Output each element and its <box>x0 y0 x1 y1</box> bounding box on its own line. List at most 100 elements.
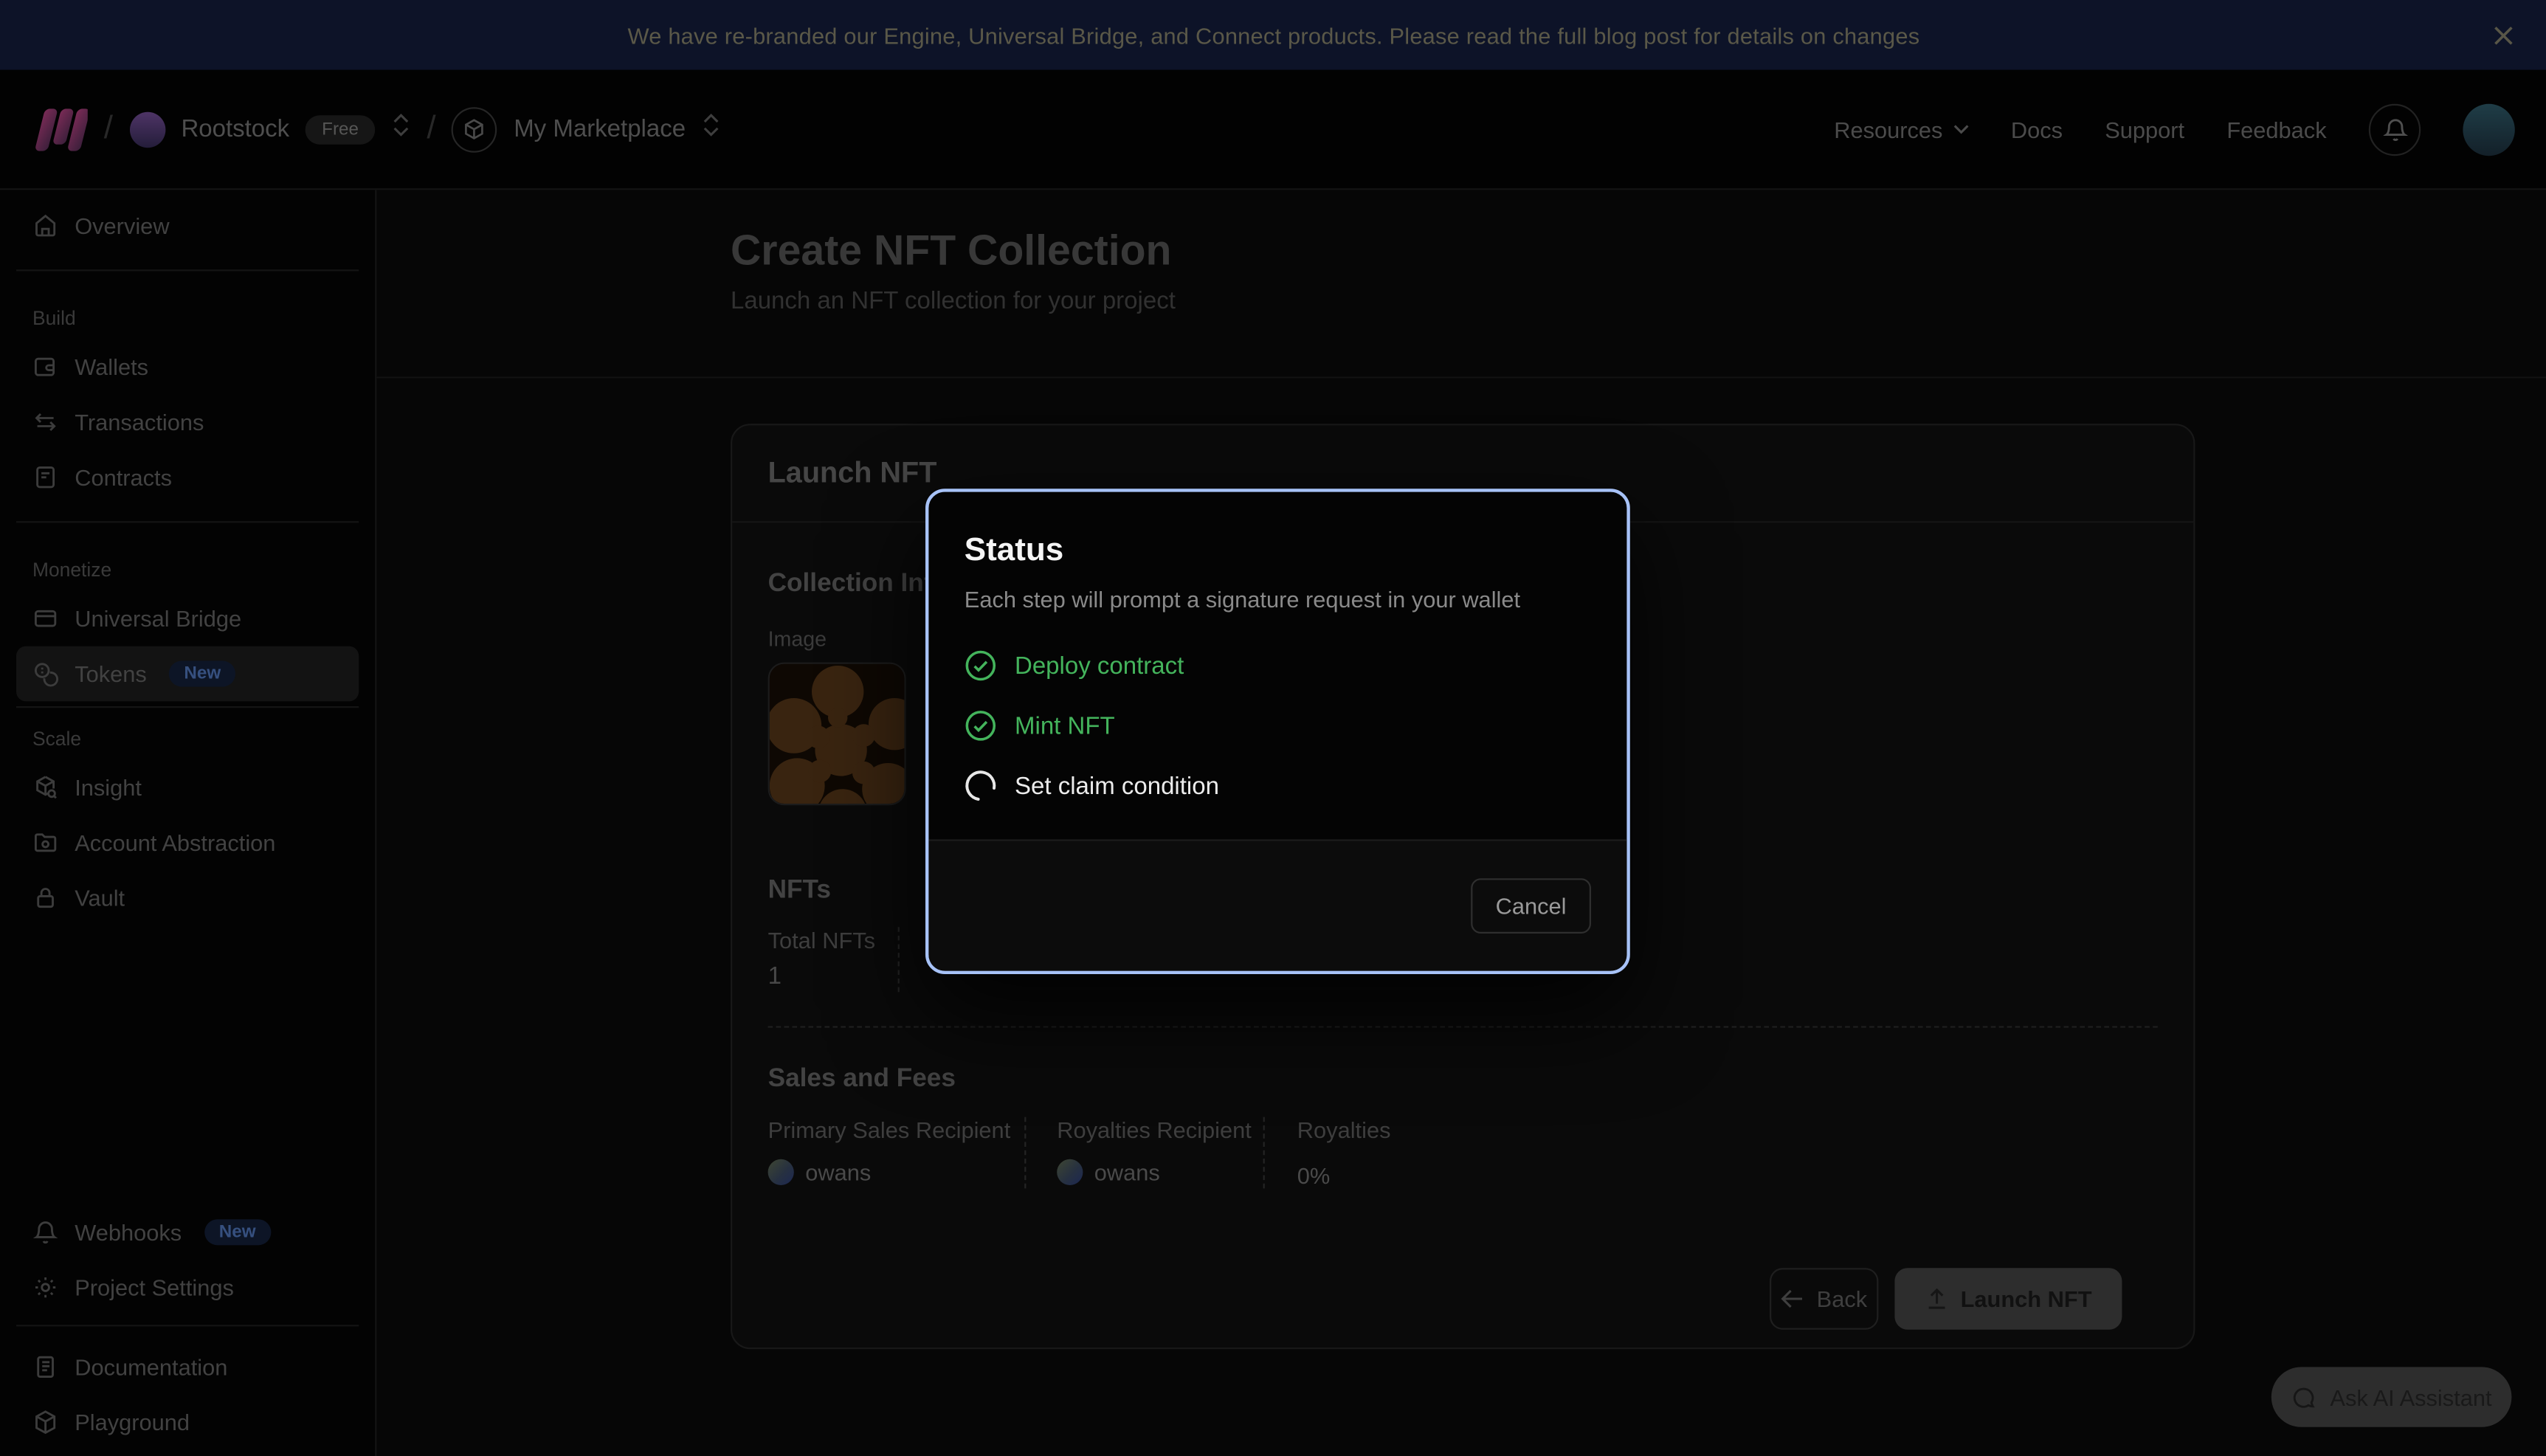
sidebar-item-label: Universal Bridge <box>75 606 241 632</box>
recipient-name: owans <box>805 1159 871 1185</box>
sidebar-item-transactions[interactable]: Transactions <box>16 395 359 450</box>
project-name[interactable]: My Marketplace <box>514 115 686 142</box>
cube-icon <box>32 1410 58 1435</box>
total-nfts-column: Total NFTs 1 <box>768 927 898 992</box>
primary-sales-label: Primary Sales Recipient <box>768 1117 1025 1143</box>
bell-icon <box>32 1219 58 1245</box>
account-avatar[interactable] <box>2463 103 2514 155</box>
modal-description: Each step will prompt a signature reques… <box>965 586 1591 613</box>
sidebar-item-label: Webhooks <box>75 1219 182 1245</box>
nav-resources-label: Resources <box>1834 116 1942 142</box>
launch-label: Launch NFT <box>1961 1286 2092 1311</box>
project-switcher[interactable] <box>702 112 721 146</box>
sidebar-item-label: Tokens <box>75 660 147 686</box>
arrow-left-icon <box>1781 1289 1804 1308</box>
ask-ai-label: Ask AI Assistant <box>2330 1384 2491 1410</box>
check-circle-icon <box>965 649 997 682</box>
sidebar-item-label: Documentation <box>75 1354 227 1380</box>
sidebar-item-overview[interactable]: Overview <box>16 198 359 253</box>
plan-badge: Free <box>306 114 375 144</box>
chat-bubble-icon <box>2291 1384 2317 1410</box>
chevrons-up-down-icon <box>702 112 721 138</box>
step-label: Set claim condition <box>1015 772 1219 799</box>
card-title: Launch NFT <box>768 456 937 489</box>
step-label: Mint NFT <box>1015 712 1115 739</box>
sidebar-section-scale: Scale <box>32 728 359 751</box>
modal-title: Status <box>965 531 1591 570</box>
collection-image <box>770 664 906 805</box>
team-name[interactable]: Rootstock <box>181 115 289 142</box>
royalties-recipient-column: Royalties Recipient owans <box>1024 1117 1263 1189</box>
nav-docs[interactable]: Docs <box>2011 116 2063 142</box>
close-icon <box>2492 24 2515 46</box>
card-footer: Back Launch NFT <box>768 1268 2158 1330</box>
cube-search-icon <box>32 774 58 800</box>
recipient-name: owans <box>1094 1159 1160 1185</box>
collection-image-preview[interactable] <box>768 663 906 806</box>
sidebar-item-vault[interactable]: Vault <box>16 870 359 925</box>
divider <box>16 521 359 522</box>
project-cube-icon <box>452 106 498 152</box>
team-avatar[interactable] <box>129 111 165 147</box>
launch-nft-button[interactable]: Launch NFT <box>1894 1268 2122 1330</box>
sidebar-section-build: Build <box>32 307 359 330</box>
sidebar-item-wallets[interactable]: Wallets <box>16 339 359 395</box>
divider <box>16 706 359 708</box>
royalties-recipient[interactable]: owans <box>1057 1159 1263 1185</box>
back-label: Back <box>1817 1286 1867 1311</box>
sidebar-item-label: Playground <box>75 1410 190 1435</box>
new-badge: New <box>204 1219 270 1245</box>
divider <box>16 269 359 271</box>
coins-icon <box>32 660 58 686</box>
check-circle-icon <box>965 709 997 742</box>
chevron-down-icon <box>1953 123 1969 134</box>
chevrons-up-down-icon <box>391 112 410 138</box>
wallet-icon <box>32 354 58 380</box>
top-header: / Rootstock Free / My Marketplace Resour… <box>0 70 2546 190</box>
thirdweb-logo-icon[interactable] <box>32 106 88 152</box>
sidebar-spacer <box>16 925 359 1204</box>
notifications-button[interactable] <box>2369 103 2421 155</box>
sidebar-item-project-settings[interactable]: Project Settings <box>16 1260 359 1315</box>
sidebar-item-webhooks[interactable]: Webhooks New <box>16 1204 359 1260</box>
divider <box>16 1325 359 1326</box>
sidebar-item-label: Insight <box>75 774 142 800</box>
book-icon <box>32 1354 58 1380</box>
wallet-avatar <box>768 1159 794 1185</box>
dashed-divider <box>898 927 900 992</box>
sidebar-item-label: Project Settings <box>75 1274 234 1300</box>
document-icon <box>32 464 58 490</box>
sidebar-item-tokens[interactable]: Tokens New <box>16 646 359 702</box>
back-button[interactable]: Back <box>1770 1268 1878 1330</box>
announcement-banner: We have re-branded our Engine, Universal… <box>0 0 2546 70</box>
header-nav: Resources Docs Support Feedback <box>1834 103 2515 155</box>
sidebar-item-playground[interactable]: Playground <box>16 1395 359 1450</box>
status-steps: Deploy contract Mint NFT Set claim condi… <box>965 649 1591 802</box>
total-nfts-value: 1 <box>768 963 898 993</box>
breadcrumb-separator: / <box>427 111 435 148</box>
sidebar-item-documentation[interactable]: Documentation <box>16 1339 359 1395</box>
sidebar-item-label: Wallets <box>75 354 148 380</box>
sidebar-item-universal-bridge[interactable]: Universal Bridge <box>16 591 359 646</box>
ask-ai-assistant-button[interactable]: Ask AI Assistant <box>2271 1367 2512 1426</box>
primary-sales-recipient[interactable]: owans <box>768 1159 1025 1185</box>
sidebar: Overview Build Wallets Transactions Cont… <box>0 190 376 1456</box>
step-set-claim-condition: Set claim condition <box>965 770 1591 802</box>
total-nfts-label: Total NFTs <box>768 927 898 953</box>
sidebar-item-contracts[interactable]: Contracts <box>16 449 359 505</box>
spinner-icon <box>965 770 997 802</box>
sidebar-item-account-abstraction[interactable]: Account Abstraction <box>16 815 359 870</box>
nav-support[interactable]: Support <box>2105 116 2184 142</box>
nav-resources[interactable]: Resources <box>1834 116 1968 142</box>
cancel-button[interactable]: Cancel <box>1471 878 1591 934</box>
nav-feedback[interactable]: Feedback <box>2226 116 2326 142</box>
team-switcher[interactable] <box>391 112 410 146</box>
bell-icon <box>2383 116 2407 142</box>
banner-close-button[interactable] <box>2485 17 2521 52</box>
sidebar-item-insight[interactable]: Insight <box>16 760 359 815</box>
upload-icon <box>1925 1288 1948 1311</box>
home-icon <box>32 213 58 238</box>
sidebar-section-monetize: Monetize <box>32 559 359 582</box>
royalties-column: Royalties 0% <box>1263 1117 1391 1189</box>
primary-sales-column: Primary Sales Recipient owans <box>768 1117 1025 1189</box>
